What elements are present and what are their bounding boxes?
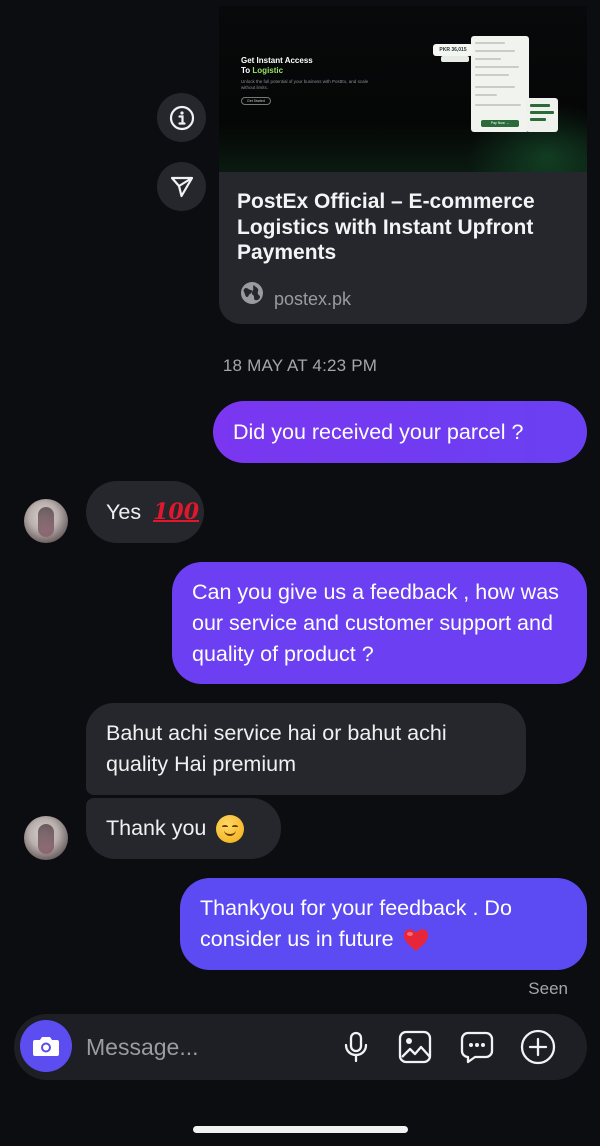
heart-icon — [403, 929, 428, 952]
camera-icon — [33, 1037, 59, 1056]
outgoing-message[interactable]: Did you received your parcel ? — [213, 401, 587, 463]
preview-pay-button: Pay Now → — [481, 120, 519, 127]
preview-headline-highlight: Logistic — [252, 66, 284, 75]
hundred-points-icon: 100 — [153, 498, 200, 525]
message-text: Can you give us a feedback , how was our… — [192, 579, 559, 666]
preview-get-started-button: Get Started — [241, 97, 271, 105]
home-indicator[interactable] — [193, 1126, 408, 1133]
link-preview-image: Get Instant Access To Logistic Unlock th… — [219, 6, 587, 172]
outgoing-message[interactable]: Can you give us a feedback , how was our… — [172, 562, 587, 684]
gallery-button[interactable] — [397, 1029, 433, 1065]
message-text: Yes — [106, 499, 142, 524]
message-text: Did you received your parcel ? — [233, 419, 524, 444]
info-button[interactable] — [157, 93, 206, 142]
preview-subtext: Unlock the full potential of your busine… — [241, 79, 369, 90]
link-preview-url: postex.pk — [274, 289, 352, 309]
message-input[interactable] — [86, 1032, 316, 1062]
preview-headline-prefix: To — [241, 66, 253, 75]
image-icon — [398, 1030, 432, 1064]
incoming-message[interactable]: Thank you — [86, 798, 281, 859]
send-icon — [170, 176, 193, 197]
info-icon — [169, 105, 194, 130]
microphone-button[interactable] — [338, 1029, 374, 1065]
message-composer — [14, 1014, 587, 1080]
sticker-icon — [460, 1031, 494, 1064]
avatar[interactable] — [24, 816, 68, 860]
avatar[interactable] — [24, 499, 68, 543]
outgoing-message[interactable]: Thankyou for your feedback . Do consider… — [180, 878, 587, 970]
incoming-message[interactable]: Yes 100 — [86, 481, 204, 543]
globe-icon — [241, 282, 263, 304]
microphone-icon — [344, 1031, 368, 1063]
message-timestamp: 18 MAY AT 4:23 PM — [222, 356, 378, 375]
plus-icon — [520, 1029, 556, 1065]
link-preview-card[interactable]: Get Instant Access To Logistic Unlock th… — [219, 6, 587, 324]
preview-side-panel — [526, 98, 558, 132]
message-text: Thankyou for your feedback . Do consider… — [200, 896, 512, 951]
seen-label: Seen — [528, 979, 568, 998]
smiling-face-icon — [216, 814, 245, 843]
preview-headline-line2: To Logistic — [241, 66, 283, 75]
message-text: Bahut achi service hai or bahut achi qua… — [106, 721, 447, 776]
camera-button[interactable] — [20, 1020, 72, 1072]
link-preview-title: PostEx Official – E-commerce Logistics w… — [237, 190, 535, 264]
incoming-message[interactable]: Bahut achi service hai or bahut achi qua… — [86, 703, 526, 795]
add-button[interactable] — [520, 1029, 556, 1065]
preview-headline-line1: Get Instant Access — [241, 56, 313, 65]
sticker-button[interactable] — [459, 1029, 495, 1065]
message-text-wrapper: Thankyou for your feedback . Do consider… — [200, 893, 567, 955]
preview-checkout-panel: Pay Now → — [471, 36, 529, 132]
share-button[interactable] — [157, 162, 206, 211]
message-text: Thank you — [106, 816, 207, 840]
preview-price-tag: PKR 36,015 — [433, 44, 473, 56]
preview-price-subtag — [441, 56, 469, 62]
